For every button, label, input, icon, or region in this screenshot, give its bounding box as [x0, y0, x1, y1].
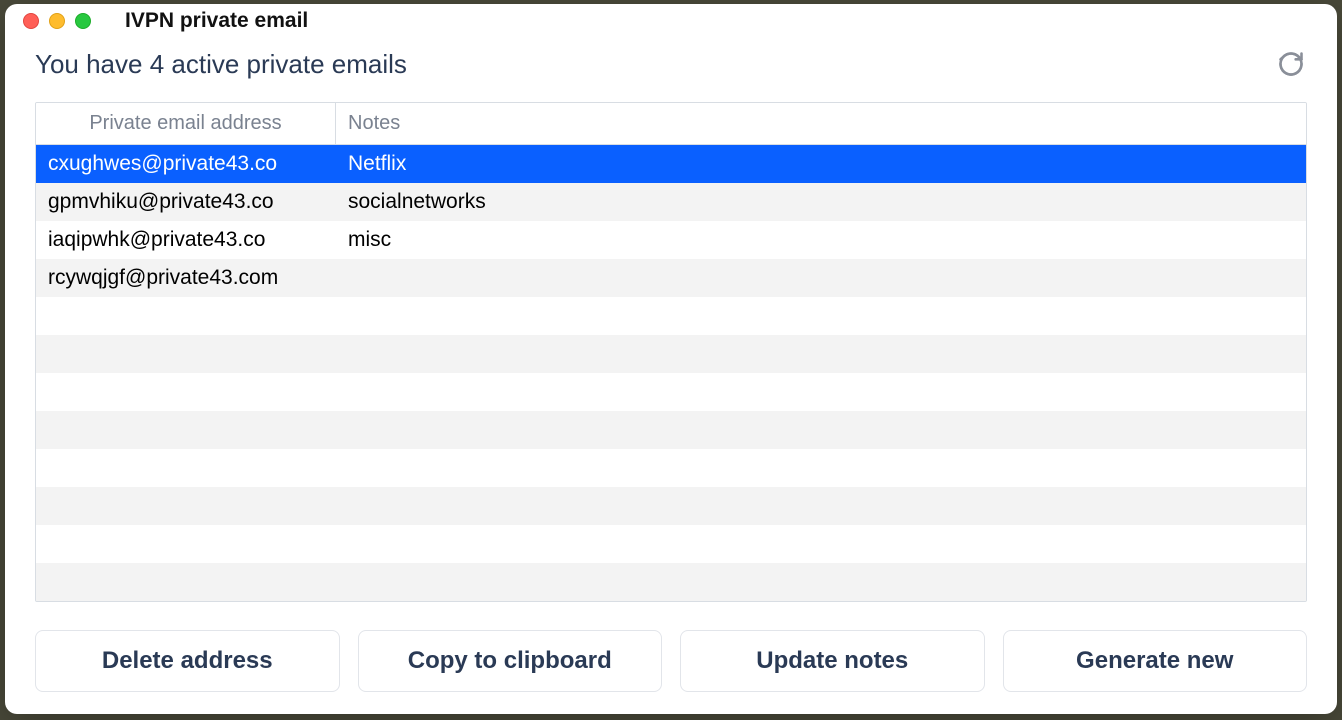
table-row[interactable] — [36, 335, 1306, 373]
table-row[interactable] — [36, 297, 1306, 335]
titlebar: IVPN private email — [5, 4, 1337, 38]
minimize-window-button[interactable] — [49, 13, 65, 29]
header-row: You have 4 active private emails — [35, 48, 1307, 80]
table-row[interactable]: rcywqjgf@private43.com — [36, 259, 1306, 297]
update-notes-button[interactable]: Update notes — [680, 630, 985, 692]
email-cell: iaqipwhk@private43.co — [36, 228, 336, 252]
column-header-email[interactable]: Private email address — [36, 103, 336, 144]
traffic-lights — [23, 13, 91, 29]
email-cell: cxughwes@private43.co — [36, 152, 336, 176]
copy-to-clipboard-button[interactable]: Copy to clipboard — [358, 630, 663, 692]
table-row[interactable] — [36, 449, 1306, 487]
refresh-button[interactable] — [1275, 48, 1307, 80]
table-body: cxughwes@private43.coNetflixgpmvhiku@pri… — [36, 145, 1306, 601]
table-row[interactable] — [36, 373, 1306, 411]
table-header: Private email address Notes — [36, 103, 1306, 145]
email-table: Private email address Notes cxughwes@pri… — [35, 102, 1307, 602]
column-header-notes[interactable]: Notes — [336, 103, 1306, 144]
table-row[interactable]: iaqipwhk@private43.comisc — [36, 221, 1306, 259]
table-row[interactable]: cxughwes@private43.coNetflix — [36, 145, 1306, 183]
table-row[interactable] — [36, 487, 1306, 525]
table-row[interactable] — [36, 411, 1306, 449]
email-cell: gpmvhiku@private43.co — [36, 190, 336, 214]
refresh-icon — [1277, 50, 1305, 78]
content-area: You have 4 active private emails Private… — [5, 38, 1337, 714]
close-window-button[interactable] — [23, 13, 39, 29]
app-window: IVPN private email You have 4 active pri… — [5, 4, 1337, 714]
table-row[interactable] — [36, 525, 1306, 563]
table-row[interactable]: gpmvhiku@private43.cosocialnetworks — [36, 183, 1306, 221]
maximize-window-button[interactable] — [75, 13, 91, 29]
window-title: IVPN private email — [125, 9, 308, 33]
action-buttons: Delete address Copy to clipboard Update … — [35, 630, 1307, 692]
email-cell: rcywqjgf@private43.com — [36, 266, 336, 290]
notes-cell: Netflix — [336, 152, 1306, 176]
delete-address-button[interactable]: Delete address — [35, 630, 340, 692]
status-text: You have 4 active private emails — [35, 49, 407, 80]
table-row[interactable] — [36, 563, 1306, 601]
generate-new-button[interactable]: Generate new — [1003, 630, 1308, 692]
notes-cell: misc — [336, 228, 1306, 252]
notes-cell: socialnetworks — [336, 190, 1306, 214]
